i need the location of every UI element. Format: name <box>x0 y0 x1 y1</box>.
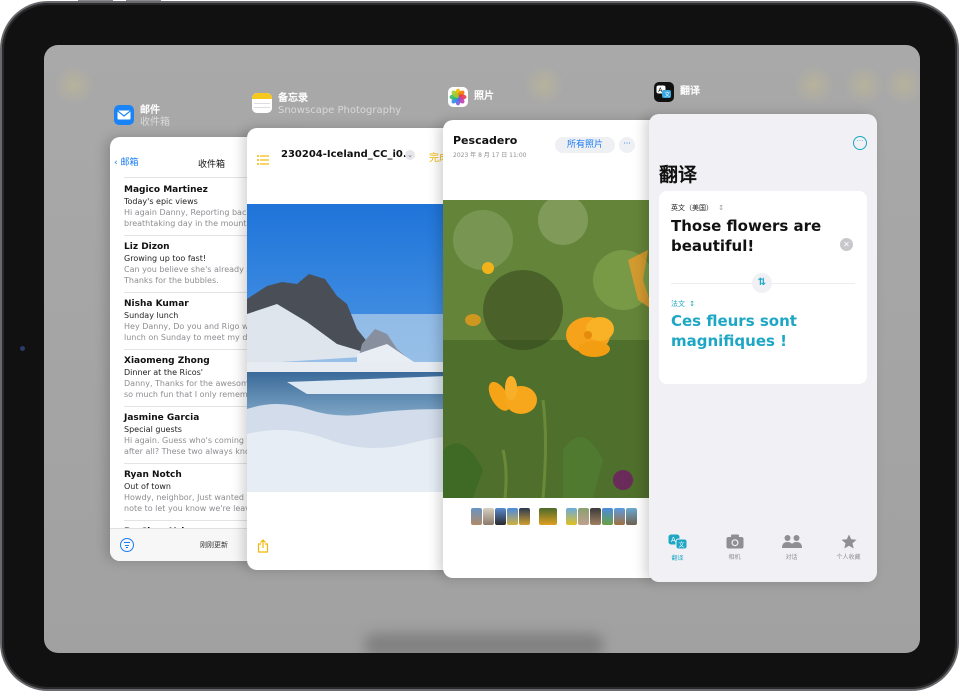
mail-app-subtitle: 收件箱 <box>140 117 170 128</box>
chevron-updown-icon: ↕ <box>689 300 696 308</box>
more-button[interactable]: ··· <box>619 137 635 153</box>
tab-favorites[interactable]: 个人收藏 <box>824 534 874 561</box>
svg-text:文: 文 <box>678 541 684 549</box>
background-glow <box>524 65 564 105</box>
background-glow <box>794 65 834 105</box>
notes-app-icon <box>252 93 272 113</box>
photos-app-icon <box>448 87 468 107</box>
update-status: 刚刚更新 <box>200 541 228 549</box>
translate-app-label[interactable]: A文 翻译 <box>654 82 700 102</box>
photo-thumbnail[interactable] <box>519 508 530 525</box>
star-icon <box>841 534 856 549</box>
back-label: 邮箱 <box>120 158 139 168</box>
ipad-device: 邮件 收件箱 ‹ 邮箱 收件箱 Magico Martinez Today's … <box>2 3 957 689</box>
tab-camera[interactable]: 相机 <box>710 534 760 561</box>
mail-app-label[interactable]: 邮件 收件箱 <box>114 105 170 129</box>
photo-thumbnail[interactable] <box>495 508 506 525</box>
photo-thumbnail[interactable] <box>471 508 482 525</box>
chevron-left-icon: ‹ <box>114 158 118 168</box>
photo-thumbnail[interactable] <box>507 508 518 525</box>
translate-title: 翻译 <box>659 164 698 186</box>
flower-photo[interactable] <box>443 200 653 498</box>
all-photos-button[interactable]: 所有照片 <box>555 137 615 153</box>
translate-app-name: 翻译 <box>680 86 700 97</box>
svg-text:A: A <box>671 536 676 544</box>
target-language: 法文 <box>671 300 685 308</box>
photo-thumbnail[interactable] <box>602 508 613 525</box>
photos-app-label[interactable]: 照片 <box>448 87 494 107</box>
photo-thumbnail[interactable] <box>590 508 601 525</box>
translate-app-icon: A文 <box>654 82 674 102</box>
photos-card[interactable]: Pescadero 2023 年 8 月 17 日 11:00 所有照片 ··· <box>443 120 663 578</box>
translation-panel: 英文（美国） ↕ Those flowers are beautiful! ✕ … <box>659 191 867 384</box>
home-indicator-shadow <box>364 633 604 653</box>
source-language-selector[interactable]: 英文（美国） ↕ <box>671 203 724 213</box>
background-glow <box>54 65 94 105</box>
note-title: 230204-Iceland_CC_i0... <box>281 149 415 160</box>
source-language: 英文（美国） <box>671 204 713 212</box>
photo-thumbnail[interactable] <box>566 508 577 525</box>
more-options-icon[interactable]: ··· <box>853 136 867 150</box>
translate-card[interactable]: ··· 翻译 英文（美国） ↕ Those flowers are beauti… <box>649 114 877 582</box>
background-glow <box>844 65 884 105</box>
share-icon[interactable] <box>257 538 269 557</box>
photos-app-name: 照片 <box>474 91 494 102</box>
camera-icon <box>726 534 743 549</box>
photo-thumbnail[interactable] <box>578 508 589 525</box>
photo-thumbnail[interactable] <box>626 508 637 525</box>
photo-date: 2023 年 8 月 17 日 11:00 <box>453 152 527 159</box>
app-switcher: 邮件 收件箱 ‹ 邮箱 收件箱 Magico Martinez Today's … <box>44 45 920 653</box>
tab-conversation[interactable]: 对话 <box>767 534 817 561</box>
conversation-icon <box>781 535 802 548</box>
translated-text: Ces fleurs sont magnifiques ! <box>671 312 797 350</box>
notes-card[interactable]: 230204-Iceland_CC_i0... ⌄ 完成 <box>247 128 457 570</box>
photo-thumbnail[interactable] <box>614 508 625 525</box>
mail-app-icon <box>114 105 134 125</box>
swap-languages-icon[interactable]: ⇅ <box>752 273 772 293</box>
filter-icon[interactable] <box>120 538 134 552</box>
target-language-selector[interactable]: 法文 ↕ <box>671 299 695 309</box>
clear-text-icon[interactable]: ✕ <box>840 238 853 251</box>
tab-translate[interactable]: A文 翻译 <box>653 534 703 562</box>
mail-app-name: 邮件 <box>140 105 160 116</box>
notes-app-label[interactable]: 备忘录 Snowscape Photography <box>252 93 401 117</box>
front-camera <box>20 346 25 351</box>
photo-thumbnail[interactable] <box>483 508 494 525</box>
list-icon[interactable] <box>257 150 269 169</box>
chevron-updown-icon: ↕ <box>718 204 725 212</box>
photo-thumbnail-strip[interactable] <box>471 508 638 529</box>
mail-title: 收件箱 <box>198 160 226 170</box>
photo-thumbnail[interactable] <box>539 508 557 525</box>
translate-tab-bar: A文 翻译 相机 对话 个人收藏 <box>649 526 877 582</box>
background-glow <box>884 65 920 105</box>
notes-app-name: 备忘录 <box>278 93 308 104</box>
chevron-down-icon[interactable]: ⌄ <box>405 150 415 160</box>
translate-icon: A文 <box>668 534 687 550</box>
mailboxes-back-button[interactable]: ‹ 邮箱 <box>114 155 139 168</box>
photo-location-title: Pescadero <box>453 134 518 147</box>
source-text[interactable]: Those flowers are beautiful! <box>671 216 831 256</box>
svg-text:文: 文 <box>665 91 671 99</box>
iceland-photo[interactable] <box>247 204 447 492</box>
notes-app-subtitle: Snowscape Photography <box>278 105 402 116</box>
